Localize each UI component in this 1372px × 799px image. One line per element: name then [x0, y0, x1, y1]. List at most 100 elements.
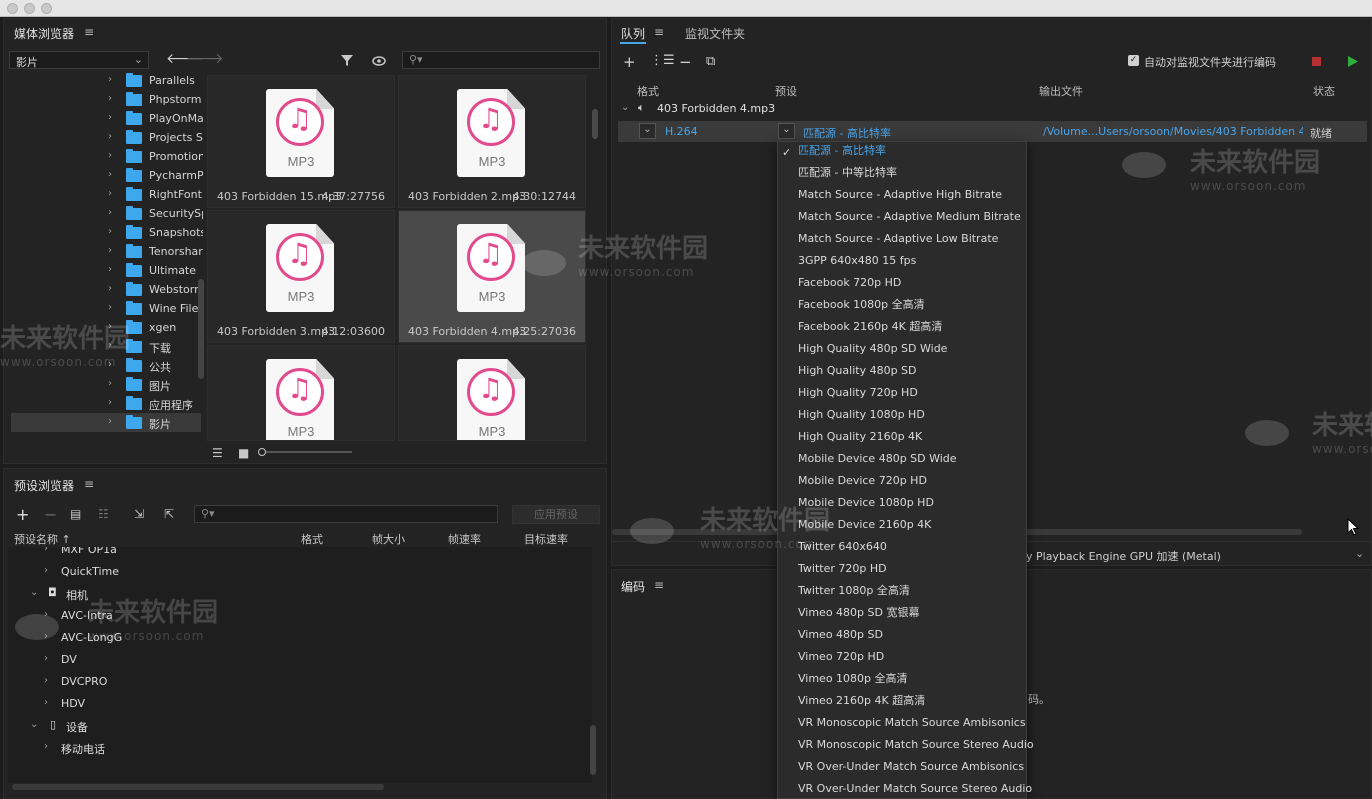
export-preset-icon[interactable]: ⇱	[164, 507, 174, 521]
media-thumb[interactable]: ♫ MP3	[207, 345, 395, 441]
media-thumb-selected[interactable]: ♫ MP3 403 Forbidden 4.mp3 4:25:27036	[398, 210, 586, 343]
menu-item[interactable]: Twitter 720p HD	[798, 558, 887, 580]
preset-category-devices[interactable]: ⌄ ▯ 设备	[18, 715, 592, 737]
menu-item[interactable]: High Quality 720p HD	[798, 382, 918, 404]
preset-group-quicktime[interactable]: › QuickTime	[18, 561, 592, 583]
tab-watch-folders[interactable]: 监视文件夹	[685, 25, 745, 42]
preset-value[interactable]: 匹配源 - 高比特率	[803, 125, 891, 141]
media-thumb[interactable]: ♫ MP3 403 Forbidden 2.mp3 4:30:12744	[398, 75, 586, 208]
col-format[interactable]: 格式	[301, 531, 323, 547]
col-frame-rate[interactable]: 帧速率	[448, 531, 481, 547]
menu-item[interactable]: Match Source - Adaptive Low Bitrate	[798, 228, 998, 250]
preset-group-mxf[interactable]: › MXF OP1a	[18, 547, 592, 561]
chevron-right-icon[interactable]: ›	[108, 74, 112, 85]
import-preset-icon[interactable]: ⇲	[134, 507, 144, 521]
chevron-right-icon[interactable]: ›	[108, 378, 112, 389]
tree-item-playonmac[interactable]: › PlayOnMa	[11, 109, 203, 128]
chevron-right-icon[interactable]: ›	[44, 653, 48, 664]
menu-item[interactable]: Facebook 1080p 全高清	[798, 294, 925, 316]
chevron-right-icon[interactable]: ›	[108, 264, 112, 275]
chevron-right-icon[interactable]: ›	[108, 283, 112, 294]
tree-item-ultimate[interactable]: › Ultimate	[11, 261, 201, 280]
menu-item[interactable]: Twitter 1080p 全高清	[798, 580, 910, 602]
menu-item[interactable]: Mobile Device 480p SD Wide	[798, 448, 957, 470]
preset-settings-icon[interactable]: ☷	[98, 507, 109, 521]
tree-item-promotion[interactable]: › Promotion	[11, 147, 203, 166]
play-icon[interactable]	[1348, 56, 1358, 67]
chevron-down-icon[interactable]: ⌄	[621, 102, 629, 113]
panel-menu-icon[interactable]: ≡	[84, 25, 94, 39]
menu-item-match-high[interactable]: 匹配源 - 高比特率	[798, 140, 886, 162]
menu-item-match-medium[interactable]: 匹配源 - 中等比特率	[798, 162, 897, 184]
panel-menu-icon[interactable]: ≡	[654, 578, 664, 592]
tab-queue[interactable]: 队列	[621, 25, 645, 42]
chevron-right-icon[interactable]: ›	[44, 565, 48, 576]
preset-group-dv[interactable]: › DV	[18, 649, 592, 671]
tree-item-securityspy[interactable]: › SecuritySp	[11, 204, 203, 223]
panel-menu-icon[interactable]: ≡	[654, 25, 664, 39]
apply-preset-button[interactable]: 应用预设	[512, 505, 600, 524]
renderer-dropdown[interactable]: y Playback Engine GPU 加速 (Metal)	[1026, 548, 1221, 564]
tree-item-movies[interactable]: › 影片	[11, 413, 201, 432]
close-window-button[interactable]	[7, 3, 18, 14]
tree-item-snapshots[interactable]: › Snapshots	[11, 223, 203, 242]
zoom-window-button[interactable]	[41, 3, 52, 14]
tree-scrollbar[interactable]	[198, 279, 204, 379]
menu-item[interactable]: Match Source - Adaptive High Bitrate	[798, 184, 1002, 206]
chevron-right-icon[interactable]: ›	[108, 207, 112, 218]
auto-encode-checkbox[interactable]: ✓	[1128, 55, 1139, 66]
chevron-down-icon[interactable]: ⌄	[30, 587, 38, 598]
menu-item[interactable]: High Quality 480p SD	[798, 360, 917, 382]
chevron-right-icon[interactable]: ›	[108, 226, 112, 237]
tree-item-projects[interactable]: › Projects S	[11, 128, 203, 147]
menu-item[interactable]: Facebook 2160p 4K 超高清	[798, 316, 942, 338]
add-output-icon[interactable]: ⋮☰	[650, 53, 675, 68]
chevron-right-icon[interactable]: ›	[108, 169, 112, 180]
col-frame-size[interactable]: 帧大小	[372, 531, 405, 547]
tree-item-wine-files[interactable]: › Wine Files	[11, 299, 203, 318]
remove-preset-icon[interactable]: −	[44, 505, 57, 524]
tree-item-webstorm[interactable]: › Webstorm	[11, 280, 203, 299]
tree-item-pycharm[interactable]: › PycharmP	[11, 166, 203, 185]
menu-item[interactable]: Vimeo 480p SD 宽银幕	[798, 602, 919, 624]
zoom-slider-track[interactable]	[266, 451, 352, 453]
list-view-icon[interactable]: ☰	[212, 446, 223, 460]
format-value[interactable]: H.264	[665, 125, 698, 138]
preset-scrollbar[interactable]	[590, 725, 596, 775]
filter-icon[interactable]	[340, 53, 354, 67]
menu-item[interactable]: High Quality 1080p HD	[798, 404, 925, 426]
menu-item[interactable]: VR Monoscopic Match Source Stereo Audio	[798, 734, 1034, 756]
menu-item[interactable]: Facebook 720p HD	[798, 272, 901, 294]
panel-menu-icon[interactable]: ≡	[84, 477, 94, 491]
queue-source-row[interactable]: ⌄ 🔈︎ 403 Forbidden 4.mp3	[612, 99, 1371, 119]
preset-group-mobile[interactable]: › 移动电话	[18, 737, 592, 759]
minimize-window-button[interactable]	[24, 3, 35, 14]
media-search-input[interactable]: ⚲▾	[402, 51, 600, 69]
chevron-down-icon[interactable]: ⌄	[30, 719, 38, 730]
tree-item-tenorshare[interactable]: › Tenorshar	[11, 242, 203, 261]
menu-item[interactable]: VR Monoscopic Match Source Ambisonics	[798, 712, 1026, 734]
format-dropdown-button[interactable]: ⌄	[639, 123, 656, 139]
preset-search-input[interactable]: ⚲▾	[194, 505, 498, 523]
icon-view-icon[interactable]: ■	[238, 446, 249, 460]
menu-item[interactable]: 3GPP 640x480 15 fps	[798, 250, 916, 272]
menu-item[interactable]: Match Source - Adaptive Medium Bitrate	[798, 206, 1021, 228]
chevron-right-icon[interactable]: ›	[44, 675, 48, 686]
chevron-right-icon[interactable]: ›	[108, 245, 112, 256]
chevron-right-icon[interactable]: ›	[108, 188, 112, 199]
media-thumb[interactable]: ♫ MP3 403 Forbidden 3.mp3 4:12:03600	[207, 210, 395, 343]
forward-arrow-icon[interactable]: 🡒	[186, 50, 224, 67]
menu-item[interactable]: Vimeo 1080p 全高清	[798, 668, 908, 690]
new-group-icon[interactable]: ▤	[70, 507, 81, 521]
menu-item[interactable]: Mobile Device 720p HD	[798, 470, 927, 492]
col-status[interactable]: 状态	[1313, 83, 1335, 99]
chevron-right-icon[interactable]: ›	[108, 131, 112, 142]
chevron-right-icon[interactable]: ›	[108, 112, 112, 123]
menu-item[interactable]: VR Over-Under Match Source Ambisonics	[798, 756, 1024, 778]
add-preset-icon[interactable]: +	[16, 505, 29, 524]
chevron-right-icon[interactable]: ›	[108, 302, 112, 313]
tree-item-parallels[interactable]: › Parallels	[11, 71, 201, 90]
chevron-right-icon[interactable]: ›	[108, 150, 112, 161]
chevron-right-icon[interactable]: ›	[44, 741, 48, 752]
view-eye-icon[interactable]	[372, 55, 388, 67]
